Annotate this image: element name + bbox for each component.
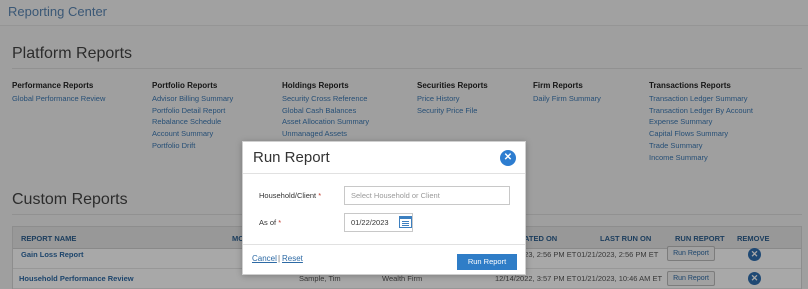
calendar-icon[interactable]: [399, 216, 412, 228]
household-label: Household/Client *: [259, 191, 321, 200]
cancel-link[interactable]: Cancel: [252, 254, 277, 263]
link-separator: |: [278, 254, 281, 263]
required-mark: *: [318, 191, 322, 200]
as-of-date-field[interactable]: 01/22/2023: [344, 213, 413, 232]
household-label-text: Household/Client: [259, 191, 317, 200]
household-client-input[interactable]: [344, 186, 510, 205]
run-report-submit-button[interactable]: Run Report: [457, 254, 517, 270]
dialog-title: Run Report: [253, 149, 330, 166]
reset-link[interactable]: Reset: [282, 254, 303, 263]
run-report-dialog: Run Report ✕ Household/Client * As of * …: [242, 141, 526, 275]
dialog-divider: [243, 173, 525, 174]
required-mark: *: [278, 218, 282, 227]
as-of-label: As of *: [259, 218, 281, 227]
as-of-label-text: As of: [259, 218, 277, 227]
dialog-footer-divider: [243, 244, 525, 245]
as-of-date-value: 01/22/2023: [351, 218, 389, 227]
close-icon[interactable]: ✕: [500, 150, 516, 166]
